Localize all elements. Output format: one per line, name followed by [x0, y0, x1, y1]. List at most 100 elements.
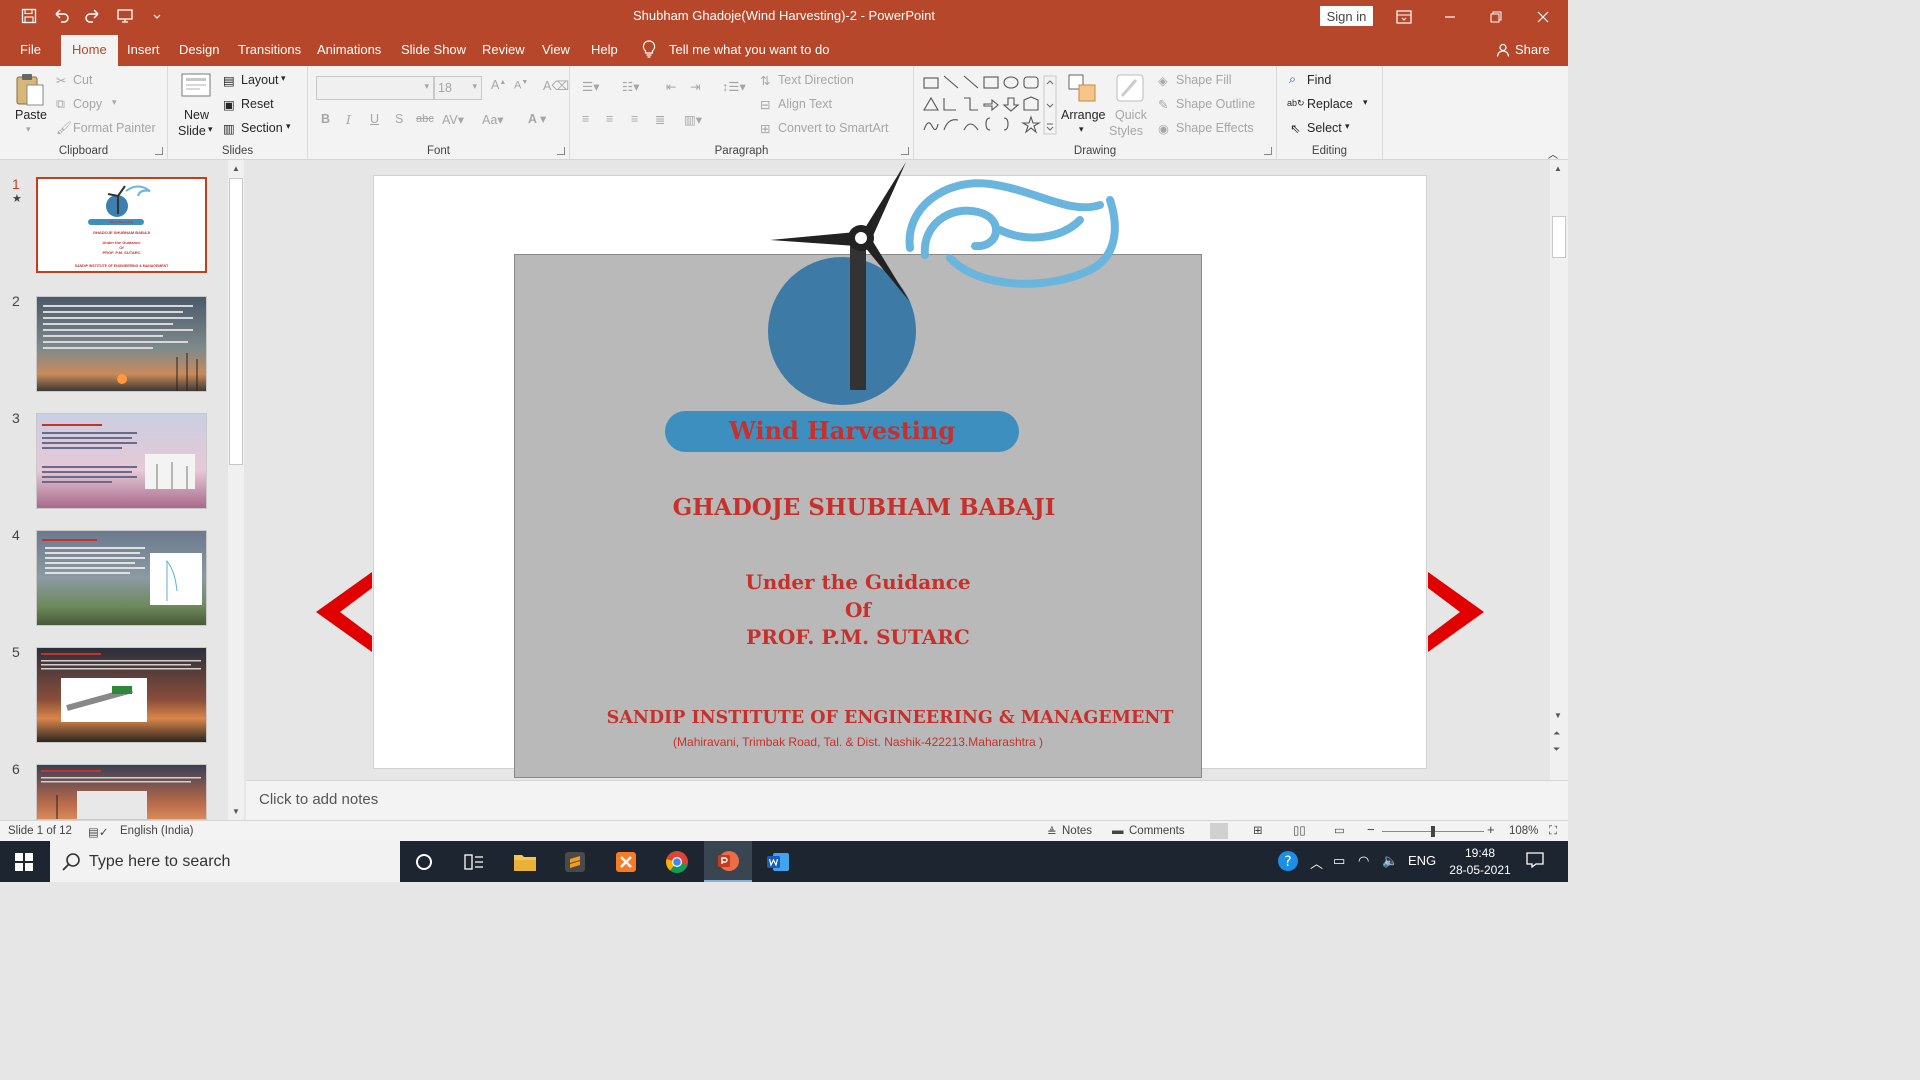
tab-help[interactable]: Help	[591, 42, 618, 57]
notes-placeholder[interactable]: Click to add notes	[259, 791, 378, 808]
thumbnail-slide-6[interactable]	[36, 764, 207, 820]
section-button[interactable]: Section	[241, 121, 283, 135]
zoom-slider-thumb[interactable]	[1431, 826, 1435, 837]
zoom-out-icon[interactable]: −	[1367, 822, 1375, 837]
slide-sorter-icon[interactable]: ⊞	[1253, 823, 1263, 837]
spelling-check-icon[interactable]: ▤✓	[88, 825, 109, 839]
collapse-ribbon-icon[interactable]: ︿	[1548, 146, 1558, 161]
file-explorer-icon[interactable]	[501, 841, 549, 882]
thumbnail-slide-1[interactable]: Wind Harvesting GHADOJE SHUBHAM BABAJI U…	[36, 177, 207, 273]
thumbnail-scroll-thumb[interactable]	[229, 178, 243, 465]
columns-icon[interactable]: ▥▾	[684, 112, 702, 127]
notes-pane[interactable]: Click to add notes	[246, 780, 1568, 820]
scroll-up-icon[interactable]: ▲	[232, 164, 240, 173]
normal-view-icon[interactable]	[1210, 823, 1228, 839]
numbering-icon[interactable]: ☷▾	[622, 79, 639, 94]
restore-icon[interactable]	[1473, 0, 1519, 33]
wifi-icon[interactable]: ◠	[1358, 853, 1369, 869]
cortana-icon[interactable]	[400, 841, 448, 882]
slide-scroll-thumb[interactable]	[1552, 216, 1566, 258]
notes-button[interactable]: Notes	[1062, 825, 1092, 837]
battery-icon[interactable]: ▭	[1333, 853, 1345, 869]
notifications-icon[interactable]	[1526, 851, 1544, 872]
layout-button[interactable]: Layout	[241, 73, 279, 87]
align-left-icon[interactable]: ≡	[582, 112, 589, 126]
fit-to-window-icon[interactable]: ⛶	[1549, 825, 1557, 838]
shape-fill-button[interactable]: Shape Fill	[1176, 73, 1232, 87]
italic-icon[interactable]: I	[346, 112, 351, 127]
task-view-icon[interactable]	[450, 841, 498, 882]
xampp-icon[interactable]	[602, 841, 650, 882]
volume-icon[interactable]: 🔈	[1382, 853, 1398, 869]
tab-animations[interactable]: Animations	[317, 42, 381, 57]
drawing-launcher-icon[interactable]	[1264, 147, 1272, 155]
scroll-down-icon[interactable]: ▼	[232, 807, 240, 816]
tab-insert[interactable]: Insert	[127, 42, 160, 57]
language-indicator[interactable]: English (India)	[120, 825, 194, 837]
taskbar-search-box[interactable]: Type here to search	[50, 841, 400, 882]
line-spacing-icon[interactable]: ↕☰▾	[722, 79, 746, 94]
chrome-icon[interactable]	[653, 841, 701, 882]
tab-slide-show[interactable]: Slide Show	[401, 42, 466, 57]
thumbnail-scrollbar[interactable]: ▲ ▼	[228, 160, 244, 820]
ribbon-display-options-icon[interactable]	[1381, 0, 1427, 33]
clear-formatting-icon[interactable]: A⌫	[543, 78, 569, 93]
tab-transitions[interactable]: Transitions	[238, 42, 301, 57]
justify-icon[interactable]: ≣	[655, 112, 665, 127]
slide-show-icon[interactable]: ▭	[1334, 823, 1345, 837]
align-text-button[interactable]: Align Text	[778, 97, 832, 111]
windows-start-icon[interactable]	[0, 841, 48, 882]
thumbnail-slide-5[interactable]	[36, 647, 207, 743]
share-button[interactable]: Share	[1496, 42, 1550, 57]
quick-styles-line2[interactable]: Styles	[1109, 124, 1143, 138]
bold-icon[interactable]: B	[321, 112, 330, 126]
word-taskbar-icon[interactable]	[754, 841, 802, 882]
input-language[interactable]: ENG	[1408, 853, 1436, 868]
copy-button[interactable]: Copy	[73, 97, 102, 111]
tab-home[interactable]: Home	[61, 35, 118, 66]
shrink-font-icon[interactable]: A▼	[514, 79, 528, 92]
zoom-in-icon[interactable]: +	[1487, 822, 1495, 837]
font-color-icon[interactable]: A ▾	[528, 111, 546, 126]
taskbar-clock[interactable]: 19:48 28-05-2021	[1445, 845, 1515, 879]
tab-design[interactable]: Design	[179, 42, 219, 57]
reset-button[interactable]: Reset	[241, 97, 274, 111]
grow-font-icon[interactable]: A▲	[491, 78, 506, 92]
change-case-icon[interactable]: Aa▾	[482, 112, 504, 127]
scroll-up-icon[interactable]: ▲	[1554, 164, 1562, 173]
character-spacing-icon[interactable]: AV▾	[442, 112, 464, 127]
bullets-icon[interactable]: ☰▾	[582, 79, 599, 94]
select-button[interactable]: Select	[1307, 121, 1342, 135]
underline-icon[interactable]: U	[370, 112, 379, 126]
next-slide-arrow-icon[interactable]	[1426, 570, 1486, 654]
shape-outline-button[interactable]: Shape Outline	[1176, 97, 1255, 111]
previous-slide-arrow-icon[interactable]	[314, 570, 374, 654]
zoom-level[interactable]: 108%	[1509, 825, 1538, 837]
quick-styles-line1[interactable]: Quick	[1115, 108, 1147, 122]
align-right-icon[interactable]: ≡	[631, 112, 638, 126]
font-size-box[interactable]: 18 ▾	[434, 76, 482, 100]
font-launcher-icon[interactable]	[557, 147, 565, 155]
close-icon[interactable]	[1520, 0, 1566, 33]
powerpoint-taskbar-icon[interactable]	[704, 841, 752, 882]
tell-me-search[interactable]: Tell me what you want to do	[669, 42, 829, 57]
help-icon[interactable]: ?	[1277, 850, 1299, 875]
increase-indent-icon[interactable]: ⇥	[690, 79, 700, 94]
find-button[interactable]: Find	[1307, 73, 1331, 87]
new-slide-icon[interactable]	[180, 72, 212, 105]
format-painter-button[interactable]: Format Painter	[73, 121, 156, 135]
thumbnail-slide-2[interactable]	[36, 296, 207, 392]
tab-view[interactable]: View	[542, 42, 570, 57]
shape-effects-button[interactable]: Shape Effects	[1176, 121, 1254, 135]
tab-file[interactable]: File	[20, 42, 41, 57]
sign-in-button[interactable]: Sign in	[1320, 6, 1373, 26]
replace-button[interactable]: Replace	[1307, 97, 1353, 111]
previous-slide-icon[interactable]: ⏶	[1553, 728, 1560, 739]
sublime-text-icon[interactable]	[551, 841, 599, 882]
comments-button[interactable]: Comments	[1129, 825, 1185, 837]
scroll-down-icon[interactable]: ▼	[1554, 711, 1562, 720]
shapes-gallery[interactable]	[922, 74, 1058, 139]
decrease-indent-icon[interactable]: ⇤	[666, 79, 676, 94]
arrange-icon[interactable]	[1066, 72, 1098, 107]
arrange-button[interactable]: Arrange	[1061, 108, 1105, 122]
